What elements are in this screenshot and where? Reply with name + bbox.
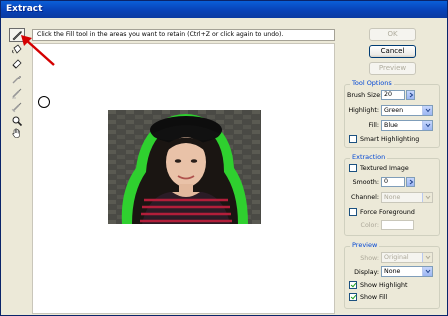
- brush-size-label: Brush Size:: [347, 92, 383, 99]
- channel-value: None: [384, 194, 401, 201]
- chevron-down-icon: [422, 267, 432, 276]
- brush-size-input[interactable]: 20: [381, 90, 405, 100]
- extract-dialog: Extract Click the Fill tool in the areas…: [0, 0, 448, 316]
- ok-button[interactable]: OK: [369, 28, 416, 41]
- cancel-button[interactable]: Cancel: [369, 45, 416, 58]
- chevron-down-icon: [422, 253, 432, 262]
- preview-button[interactable]: Preview: [369, 62, 416, 75]
- annotation-arrow-icon: [21, 35, 55, 66]
- cleanup-tool[interactable]: [9, 86, 25, 100]
- hand-icon: [12, 128, 20, 138]
- chevron-right-icon: [409, 179, 413, 185]
- title-bar[interactable]: Extract: [1, 1, 447, 18]
- show-value: Original: [384, 254, 409, 261]
- window-title: Extract: [6, 4, 43, 14]
- chevron-down-icon: [422, 106, 432, 115]
- textured-image-checkbox[interactable]: [349, 164, 357, 172]
- hand-tool[interactable]: [9, 126, 25, 140]
- display-value: None: [384, 268, 401, 275]
- edge-touchup-tool[interactable]: [9, 100, 25, 114]
- display-select[interactable]: None: [381, 266, 433, 277]
- eyedropper-icon: [12, 75, 22, 84]
- fill-value: Blue: [384, 122, 398, 129]
- eyedropper-tool[interactable]: [9, 72, 25, 86]
- show-fill-label: Show Fill: [360, 294, 388, 301]
- color-swatch[interactable]: [381, 220, 414, 230]
- highlight-value: Green: [384, 107, 404, 114]
- smooth-input[interactable]: 0: [381, 177, 405, 187]
- smart-highlighting-checkbox[interactable]: [349, 135, 357, 143]
- cleanup-icon: [12, 88, 22, 99]
- chevron-down-icon: [422, 121, 432, 130]
- preview-title: Preview: [350, 241, 380, 249]
- tool-options-title: Tool Options: [350, 79, 394, 87]
- brush-size-popup-button[interactable]: [406, 90, 415, 100]
- show-select[interactable]: Original: [381, 252, 433, 263]
- extraction-title: Extraction: [350, 153, 388, 161]
- chevron-down-icon: [422, 193, 432, 202]
- smooth-popup-button[interactable]: [406, 177, 415, 187]
- brush-cursor-icon: [38, 96, 50, 108]
- smooth-label: Smooth:: [352, 179, 379, 186]
- textured-image-label: Textured Image: [360, 165, 409, 172]
- instruction-hint: Click the Fill tool in the areas you wan…: [32, 29, 335, 41]
- highlight-label: Highlight:: [348, 107, 379, 114]
- display-label: Display:: [354, 269, 379, 276]
- force-foreground-label: Force Foreground: [360, 209, 415, 216]
- chevron-right-icon: [409, 92, 413, 98]
- tool-palette: [7, 28, 31, 310]
- highlight-select[interactable]: Green: [381, 105, 433, 116]
- show-fill-checkbox[interactable]: [349, 293, 357, 301]
- photo-image: [108, 110, 261, 224]
- fill-select[interactable]: Blue: [381, 120, 433, 131]
- extract-photo[interactable]: [108, 110, 261, 224]
- fill-label: Fill:: [368, 122, 379, 129]
- show-highlight-checkbox[interactable]: [349, 281, 357, 289]
- channel-label: Channel:: [351, 194, 379, 201]
- show-label: Show:: [360, 255, 379, 262]
- color-label: Color:: [360, 222, 379, 229]
- channel-select[interactable]: None: [381, 192, 433, 203]
- force-foreground-checkbox[interactable]: [349, 208, 357, 216]
- show-highlight-label: Show Highlight: [360, 282, 408, 289]
- edge-touchup-icon: [11, 102, 22, 113]
- smart-highlighting-label: Smart Highlighting: [360, 136, 420, 143]
